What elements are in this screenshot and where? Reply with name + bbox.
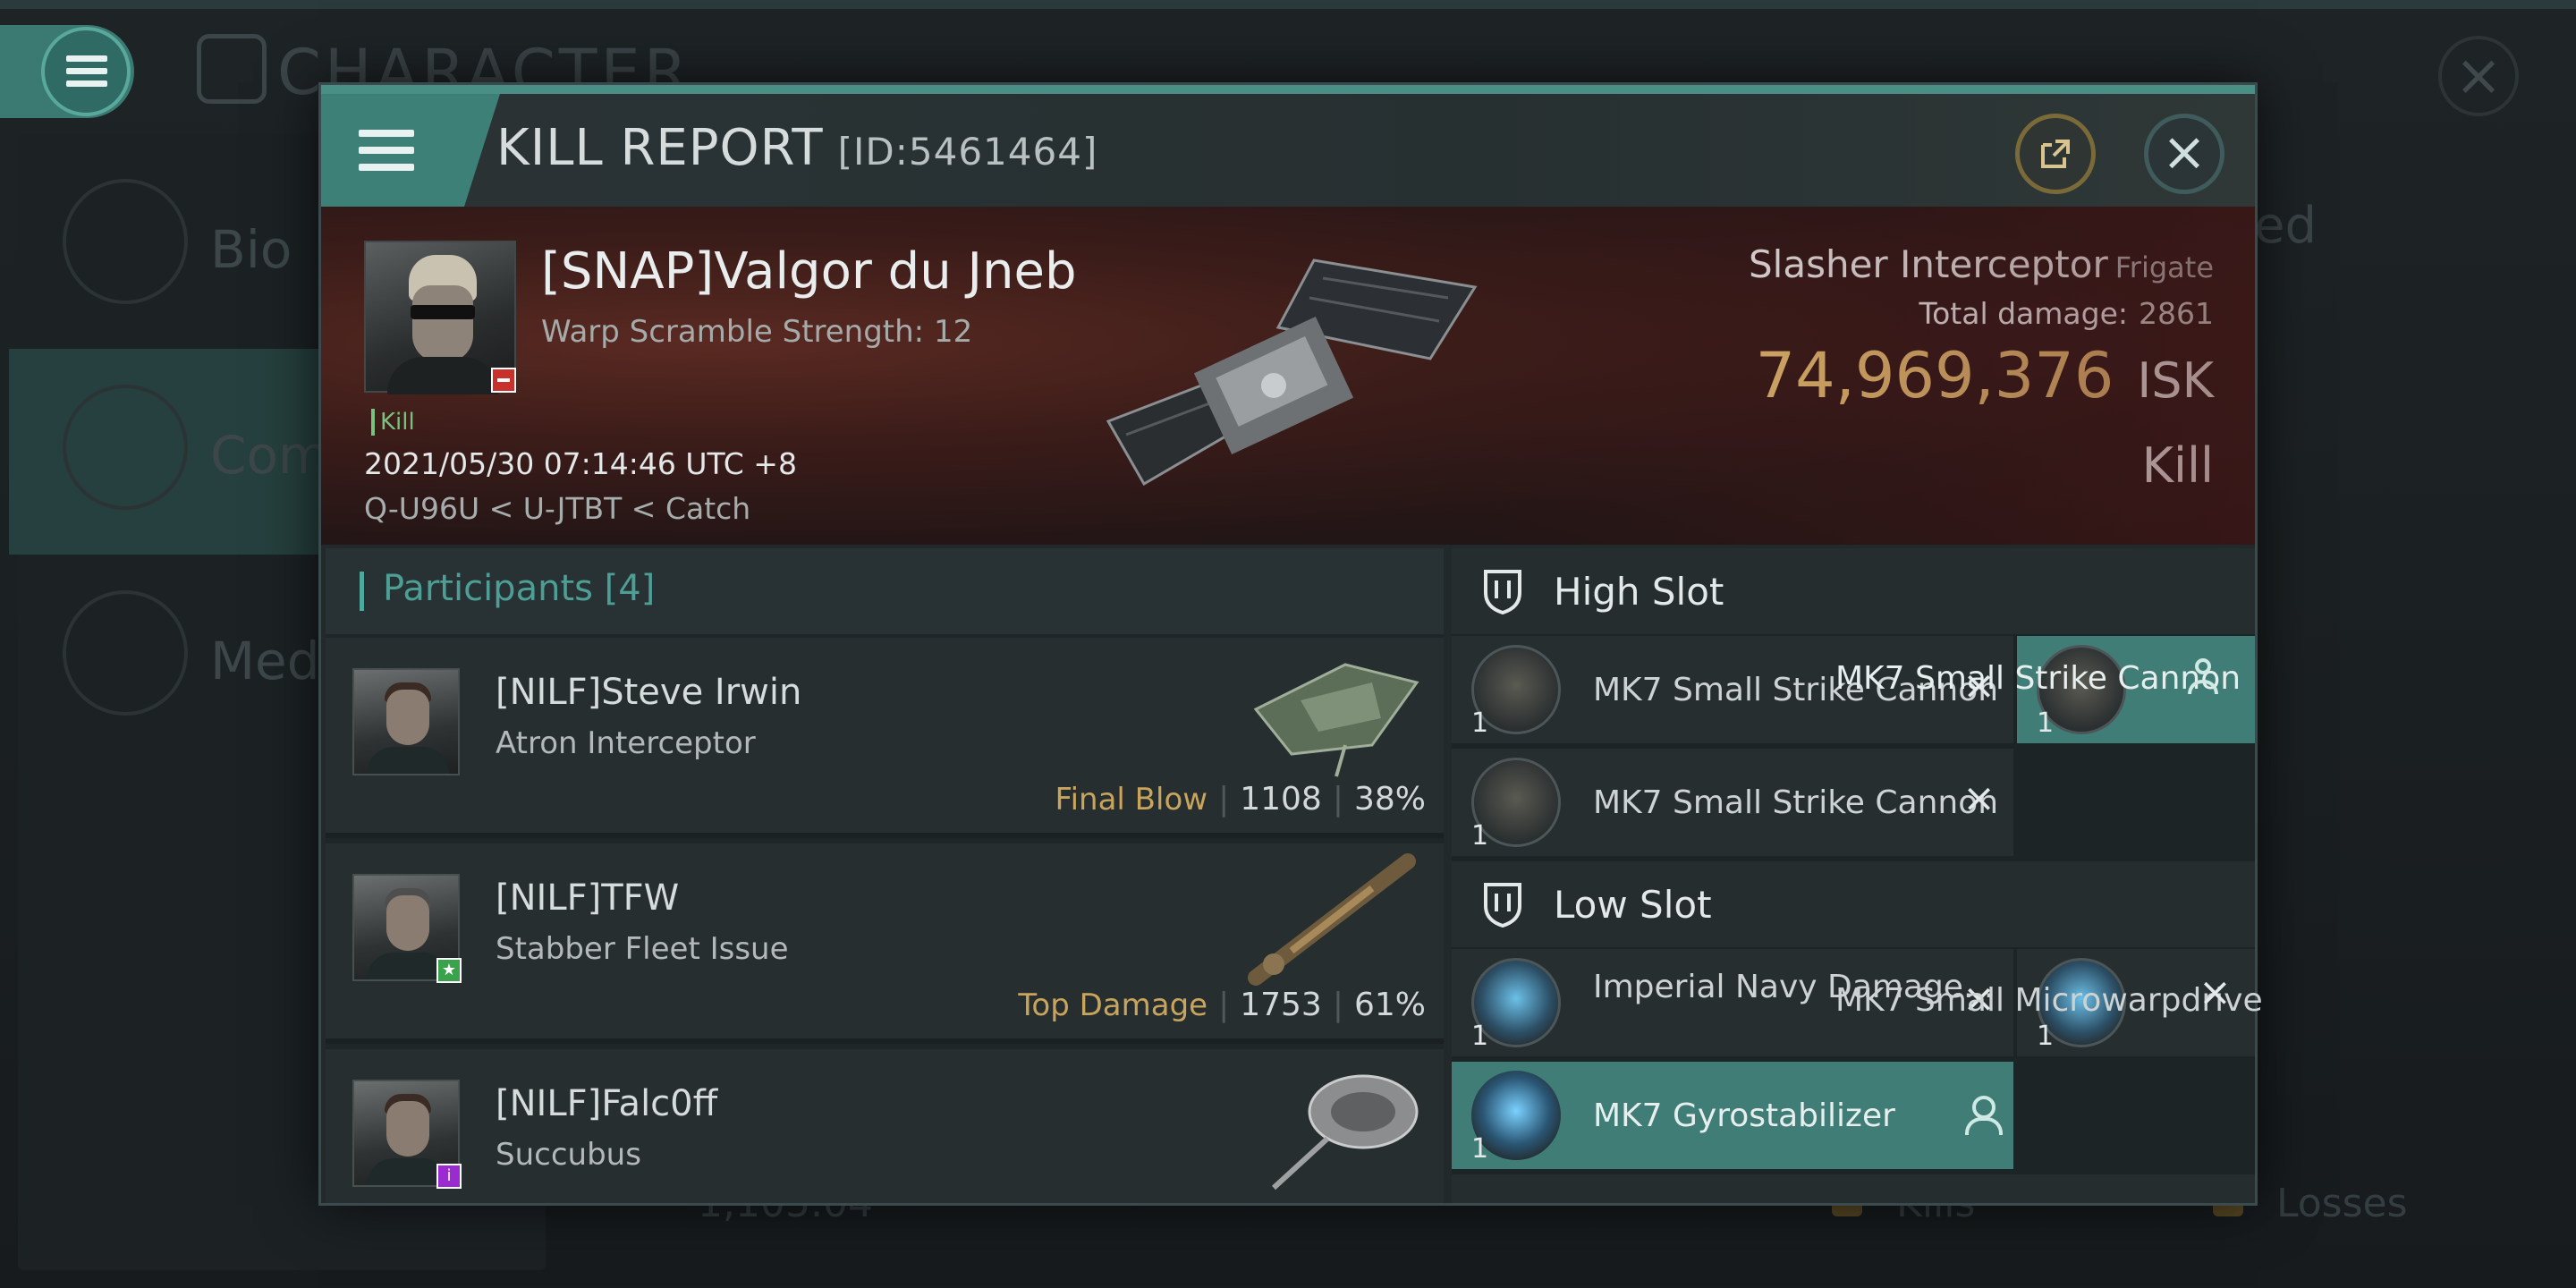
dialog-menu-button[interactable] bbox=[321, 94, 500, 207]
participant-name: [NILF]Steve Irwin bbox=[496, 672, 802, 713]
top-damage-tag: Top Damage bbox=[1018, 987, 1208, 1023]
kill-result: Kill bbox=[2141, 437, 2214, 494]
background-close-icon[interactable]: × bbox=[2438, 36, 2519, 116]
ship-class: Frigate bbox=[2114, 250, 2214, 284]
participant-percent: 61% bbox=[1353, 987, 1426, 1023]
close-icon: × bbox=[2161, 121, 2207, 183]
ship-name-text: Slasher Interceptor bbox=[1749, 242, 2108, 286]
module-quantity: 1 bbox=[2037, 708, 2055, 739]
participant-ship-image bbox=[1253, 663, 1419, 777]
high-slot-title: High Slot bbox=[1554, 570, 1724, 614]
crossed-swords-icon bbox=[63, 385, 188, 510]
participant-ship: Stabber Fleet Issue bbox=[496, 931, 789, 967]
dialog-title: KILL REPORT [ID:5461464] bbox=[496, 119, 1097, 177]
close-button[interactable]: × bbox=[2144, 114, 2224, 194]
participant-ship: Atron Interceptor bbox=[496, 725, 756, 761]
total-damage: Total damage: 2861 bbox=[1919, 296, 2214, 331]
module-name: MK7 Small Strike Cannon bbox=[1835, 660, 2241, 697]
info-icon: i bbox=[436, 1164, 462, 1189]
star-icon: ★ bbox=[436, 958, 462, 983]
dialog-accent-bar bbox=[321, 85, 2255, 94]
losses-label: Losses bbox=[2276, 1181, 2408, 1226]
participants-panel: Participants [4] [NILF]Steve Irwin Atron… bbox=[326, 548, 1444, 1203]
participants-title: Participants [4] bbox=[383, 568, 656, 609]
kill-tag: Kill bbox=[371, 409, 415, 436]
participant-row[interactable]: [NILF]Steve Irwin Atron Interceptor Fina… bbox=[326, 638, 1444, 838]
standing-badge bbox=[491, 368, 516, 393]
shield-icon bbox=[1484, 883, 1521, 928]
menu-ring bbox=[41, 27, 131, 116]
participant-percent: 38% bbox=[1353, 781, 1426, 818]
next-slot-header: Mid Slot bbox=[1452, 1174, 2255, 1203]
participant-portrait[interactable] bbox=[352, 668, 460, 775]
victim-ship-name[interactable]: Slasher Interceptor Frigate bbox=[1749, 242, 2214, 286]
module-item[interactable]: 1 MK7 Small Strike Cannon × bbox=[1452, 749, 2013, 856]
sidebar-item-label: Bio bbox=[210, 219, 292, 280]
shield-icon bbox=[1484, 570, 1521, 614]
dropped-person-icon bbox=[2186, 658, 2220, 696]
menu-lines-icon bbox=[63, 179, 188, 304]
kill-id: [ID:5461464] bbox=[837, 130, 1098, 174]
hamburger-icon bbox=[66, 55, 107, 88]
participant-stats: Top Damage | 1753 | 61% bbox=[1018, 987, 1426, 1023]
isk-amount: 74,969,376 bbox=[1755, 339, 2114, 412]
next-slot-title: Mid Slot bbox=[1554, 1198, 1704, 1203]
background-partial-label: ed bbox=[2254, 197, 2317, 255]
medal-star-icon bbox=[63, 590, 188, 716]
participant-name: [NILF]TFW bbox=[496, 877, 680, 919]
participant-ship-image bbox=[1271, 1074, 1419, 1191]
participant-damage: 1753 bbox=[1240, 987, 1322, 1023]
participant-damage: 1108 bbox=[1240, 781, 1322, 818]
participant-name: [NILF]Falc0ff bbox=[496, 1083, 718, 1124]
low-slot-header: Low Slot bbox=[1452, 861, 2255, 947]
high-slot-header: High Slot bbox=[1452, 548, 2255, 634]
module-quantity: 1 bbox=[1471, 820, 1489, 852]
participant-row[interactable]: i [NILF]Falc0ff Succubus bbox=[326, 1049, 1444, 1203]
participant-stats: Final Blow | 1108 | 38% bbox=[1055, 781, 1426, 818]
header-accent bbox=[360, 572, 364, 611]
warp-scramble-strength: Warp Scramble Strength: 12 bbox=[541, 314, 973, 350]
isk-value: 74,969,376 ISK bbox=[1756, 339, 2214, 412]
destroyed-icon: × bbox=[2199, 970, 2232, 1015]
participants-header: Participants [4] bbox=[326, 548, 1444, 634]
victim-ship-image bbox=[1106, 258, 1478, 487]
top-border bbox=[0, 0, 2576, 9]
module-quantity: 1 bbox=[1471, 1133, 1489, 1165]
kill-datetime: 2021/05/30 07:14:46 UTC +8 bbox=[364, 446, 797, 481]
module-quantity: 1 bbox=[2037, 1021, 2055, 1052]
victim-name[interactable]: [SNAP]Valgor du Jneb bbox=[541, 242, 1077, 301]
participant-ship-image bbox=[1248, 853, 1416, 986]
module-quantity: 1 bbox=[1471, 708, 1489, 739]
low-slot-title: Low Slot bbox=[1554, 883, 1712, 927]
module-quantity: 1 bbox=[1471, 1021, 1489, 1052]
character-icon bbox=[197, 34, 267, 104]
share-button[interactable] bbox=[2015, 114, 2096, 194]
module-name: MK7 Gyrostabilizer bbox=[1593, 1097, 1895, 1134]
victim-banner: [SNAP]Valgor du Jneb Warp Scramble Stren… bbox=[321, 207, 2255, 545]
dialog-header: KILL REPORT [ID:5461464] × bbox=[321, 94, 2255, 207]
destroyed-icon: × bbox=[1962, 775, 1996, 821]
participant-ship: Succubus bbox=[496, 1137, 641, 1173]
dropped-person-icon bbox=[1963, 1096, 2003, 1135]
main-menu-button[interactable] bbox=[0, 25, 134, 118]
kill-location: Q-U96U < U-JTBT < Catch bbox=[364, 491, 751, 526]
final-blow-tag: Final Blow bbox=[1055, 782, 1208, 818]
sidebar-item-label: Com bbox=[210, 425, 329, 486]
participant-row[interactable]: ★ [NILF]TFW Stabber Fleet Issue Top Dama… bbox=[326, 843, 1444, 1044]
kill-report-dialog: KILL REPORT [ID:5461464] × [SNAP]Valgor d… bbox=[318, 82, 2258, 1206]
share-icon bbox=[2041, 140, 2070, 168]
dialog-title-text: KILL REPORT bbox=[496, 119, 824, 177]
fitting-panel: High Slot 1 MK7 Small Strike Cannon × 1 … bbox=[1452, 548, 2255, 1203]
module-name: MK7 Small Strike Cannon bbox=[1593, 784, 1999, 821]
isk-unit: ISK bbox=[2137, 352, 2214, 409]
total-damage-label: Total damage: bbox=[1919, 296, 2129, 331]
module-item[interactable]: 1 MK7 Gyrostabilizer bbox=[1452, 1062, 2013, 1169]
hamburger-icon bbox=[359, 130, 414, 171]
total-damage-value: 2861 bbox=[2139, 296, 2214, 331]
